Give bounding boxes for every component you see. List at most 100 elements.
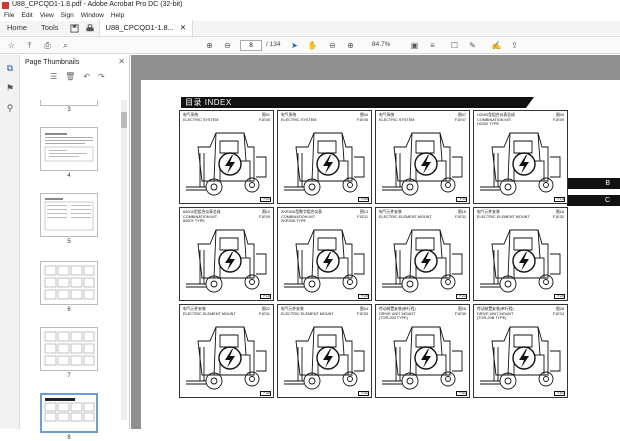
zoom-in-icon[interactable]: ⊕ bbox=[344, 39, 357, 52]
page-thumbnails-icon[interactable]: ⧉ bbox=[3, 61, 17, 75]
page-number-input[interactable] bbox=[240, 40, 262, 51]
rotate-left-icon[interactable]: ↶ bbox=[83, 72, 90, 81]
cell-page-ref: F21 bbox=[459, 294, 466, 298]
delete-page-icon[interactable]: 🗑 bbox=[65, 72, 75, 81]
index-cell: 电气元件安装 ELECTRIC ELEMENT MOUNT 图18 F1E32 … bbox=[473, 207, 568, 301]
index-cell: 传动装置安装(单行程) DRIVE UNIT MOUNT (TOR-200 TY… bbox=[375, 304, 470, 398]
cell-figure-code: F1E05 bbox=[356, 117, 368, 122]
tab-tools[interactable]: Tools bbox=[34, 20, 66, 36]
thumbnail-page-8[interactable] bbox=[40, 393, 98, 433]
cell-caption-type: H2000 TYPE bbox=[477, 122, 500, 126]
tab-document[interactable]: U88_CPCQD1-1.8... ✕ bbox=[98, 20, 194, 36]
index-cell: 电气系统 ELECTRIC SYSTEM 图04 F1E05 F05 bbox=[277, 110, 372, 204]
rotate-right-icon[interactable]: ↷ bbox=[98, 72, 105, 81]
scroll-mode-icon[interactable]: ≡ bbox=[426, 39, 439, 52]
cell-page-ref: F25 bbox=[557, 294, 564, 298]
thumbnail-preview bbox=[44, 265, 95, 300]
cell-page-ref: F31 bbox=[361, 391, 368, 395]
cell-page-ref: F20 bbox=[361, 294, 368, 298]
upload-icon[interactable]: ⤒ bbox=[23, 39, 36, 52]
cell-caption-en: ELECTRIC ELEMENT MOUNT bbox=[379, 214, 432, 219]
index-cell: 电气元件安装 ELECTRIC ELEMENT MOUNT 图15 F1E31 … bbox=[375, 207, 470, 301]
bookmark-icon[interactable]: ☆ bbox=[5, 39, 18, 52]
cell-figure-code: F1E09 bbox=[552, 117, 564, 122]
thumbnail-preview bbox=[44, 331, 95, 366]
forklift-diagram bbox=[382, 229, 463, 293]
cell-figure-code: F1E07 bbox=[454, 117, 466, 122]
thumbnail-page-5[interactable] bbox=[40, 193, 98, 237]
share-icon[interactable]: ⇪ bbox=[508, 39, 521, 52]
cell-page-ref: F30 bbox=[263, 391, 270, 395]
left-navigation-rail: ⧉ ⚑ ⚲ bbox=[0, 55, 20, 429]
document-viewport[interactable]: 目录 INDEX B C 电气系统 ELECTRIC SYSTEM 图01 F1… bbox=[131, 55, 620, 429]
next-page-icon[interactable]: ⊖ bbox=[221, 39, 234, 52]
select-cursor-icon[interactable]: ➤ bbox=[288, 39, 301, 52]
tab-home[interactable]: Home bbox=[0, 20, 34, 36]
cell-caption-en: ELECTRIC SYSTEM bbox=[183, 117, 219, 122]
thumbnail-page-7[interactable] bbox=[40, 327, 98, 371]
thumbnail-scrollbar[interactable] bbox=[121, 100, 127, 420]
index-cell: 电气系统 ELECTRIC SYSTEM 图07 F1E07 F11 bbox=[375, 110, 470, 204]
thumbnail-number: 6 bbox=[67, 307, 71, 313]
cell-figure-code: F1E24 bbox=[552, 311, 564, 316]
index-cell: 电气元件安装 ELECTRIC ELEMENT MOUNT 图22 F1E31 … bbox=[179, 304, 274, 398]
pdf-page: 目录 INDEX B C 电气系统 ELECTRIC SYSTEM 图01 F1… bbox=[141, 80, 620, 429]
cell-page-ref: F15 bbox=[557, 197, 564, 201]
close-tab-icon[interactable]: ✕ bbox=[180, 20, 186, 36]
window-title: U88_CPCQD1-1.8.pdf - Adobe Acrobat Pro D… bbox=[12, 1, 183, 8]
options-icon[interactable]: ☰ bbox=[50, 72, 57, 81]
thumbnail-page-6[interactable] bbox=[40, 261, 98, 305]
page-total: / 134 bbox=[266, 41, 281, 48]
highlight-icon[interactable]: ✎ bbox=[466, 39, 479, 52]
thumbnail-preview bbox=[44, 133, 94, 162]
cell-caption-type: (TOR-20B TYPE) bbox=[477, 316, 507, 320]
forklift-diagram bbox=[480, 229, 561, 293]
thumbnail-preview bbox=[44, 398, 95, 422]
zoom-search-icon[interactable]: ⌕ bbox=[59, 39, 72, 52]
cell-figure-code: F1E31 bbox=[454, 214, 466, 219]
scrollbar-thumb[interactable] bbox=[121, 112, 127, 128]
attachments-icon[interactable]: ⚲ bbox=[3, 101, 17, 115]
thumbnails-header: Page Thumbnails ✕ bbox=[20, 55, 129, 69]
forklift-diagram bbox=[186, 326, 267, 390]
thumbnail-page-4[interactable] bbox=[40, 127, 98, 171]
thumbnail-number: 5 bbox=[67, 239, 71, 245]
hand-tool-icon[interactable]: ✋ bbox=[306, 39, 319, 52]
index-cell: ZKR30A型数字组合仪表 COMBINATION M/T. ZKR30A TY… bbox=[277, 207, 372, 301]
cell-caption-type: (TOR-200 TYPE) bbox=[379, 316, 408, 320]
close-panel-icon[interactable]: ✕ bbox=[118, 57, 125, 66]
bookmarks-icon[interactable]: ⚑ bbox=[3, 81, 17, 95]
cell-figure-code: F1E31 bbox=[258, 311, 270, 316]
cell-caption-en: ELECTRIC ELEMENT MOUNT bbox=[281, 311, 334, 316]
document-tab-label: U88_CPCQD1-1.8... bbox=[105, 23, 174, 32]
save-icon[interactable] bbox=[69, 23, 79, 33]
cell-figure-code: F1E33 bbox=[356, 311, 368, 316]
previous-page-icon[interactable]: ⊕ bbox=[203, 39, 216, 52]
thumbnail-number: 3 bbox=[67, 107, 71, 113]
index-header: 目录 INDEX bbox=[181, 97, 534, 108]
side-tab-c: C bbox=[567, 195, 620, 206]
print-icon[interactable]: ⎙ bbox=[41, 39, 54, 52]
tab-icons bbox=[66, 20, 99, 36]
index-cell: 电气元件安装 ELECTRIC ELEMENT MOUNT 图24 F1E33 … bbox=[277, 304, 372, 398]
cell-page-ref: F11 bbox=[459, 197, 466, 201]
forklift-diagram bbox=[186, 132, 267, 196]
fit-page-icon[interactable]: ▣ bbox=[408, 39, 421, 52]
comment-icon[interactable]: ☐ bbox=[448, 39, 461, 52]
thumbnail-page-3[interactable] bbox=[40, 100, 98, 106]
print-icon[interactable] bbox=[85, 23, 95, 33]
forklift-diagram bbox=[284, 132, 365, 196]
forklift-diagram bbox=[382, 132, 463, 196]
cell-caption-type: 6000Y TYPE bbox=[183, 219, 205, 223]
cell-figure-code: F1E32 bbox=[552, 214, 564, 219]
thumbnail-number: 7 bbox=[67, 373, 71, 379]
cell-caption-en: ELECTRIC SYSTEM bbox=[281, 117, 317, 122]
forklift-diagram bbox=[284, 326, 365, 390]
zoom-level[interactable]: 84.7% bbox=[372, 41, 390, 48]
index-cell: H2000型组合仪表总成 COMBINATION M/T. H2000 TYPE… bbox=[473, 110, 568, 204]
cell-page-ref: F05 bbox=[361, 197, 368, 201]
cell-page-ref: F01 bbox=[263, 197, 270, 201]
thumbnail-preview bbox=[44, 198, 94, 231]
zoom-out-icon[interactable]: ⊖ bbox=[326, 39, 339, 52]
sign-icon[interactable]: ✍ bbox=[490, 39, 503, 52]
